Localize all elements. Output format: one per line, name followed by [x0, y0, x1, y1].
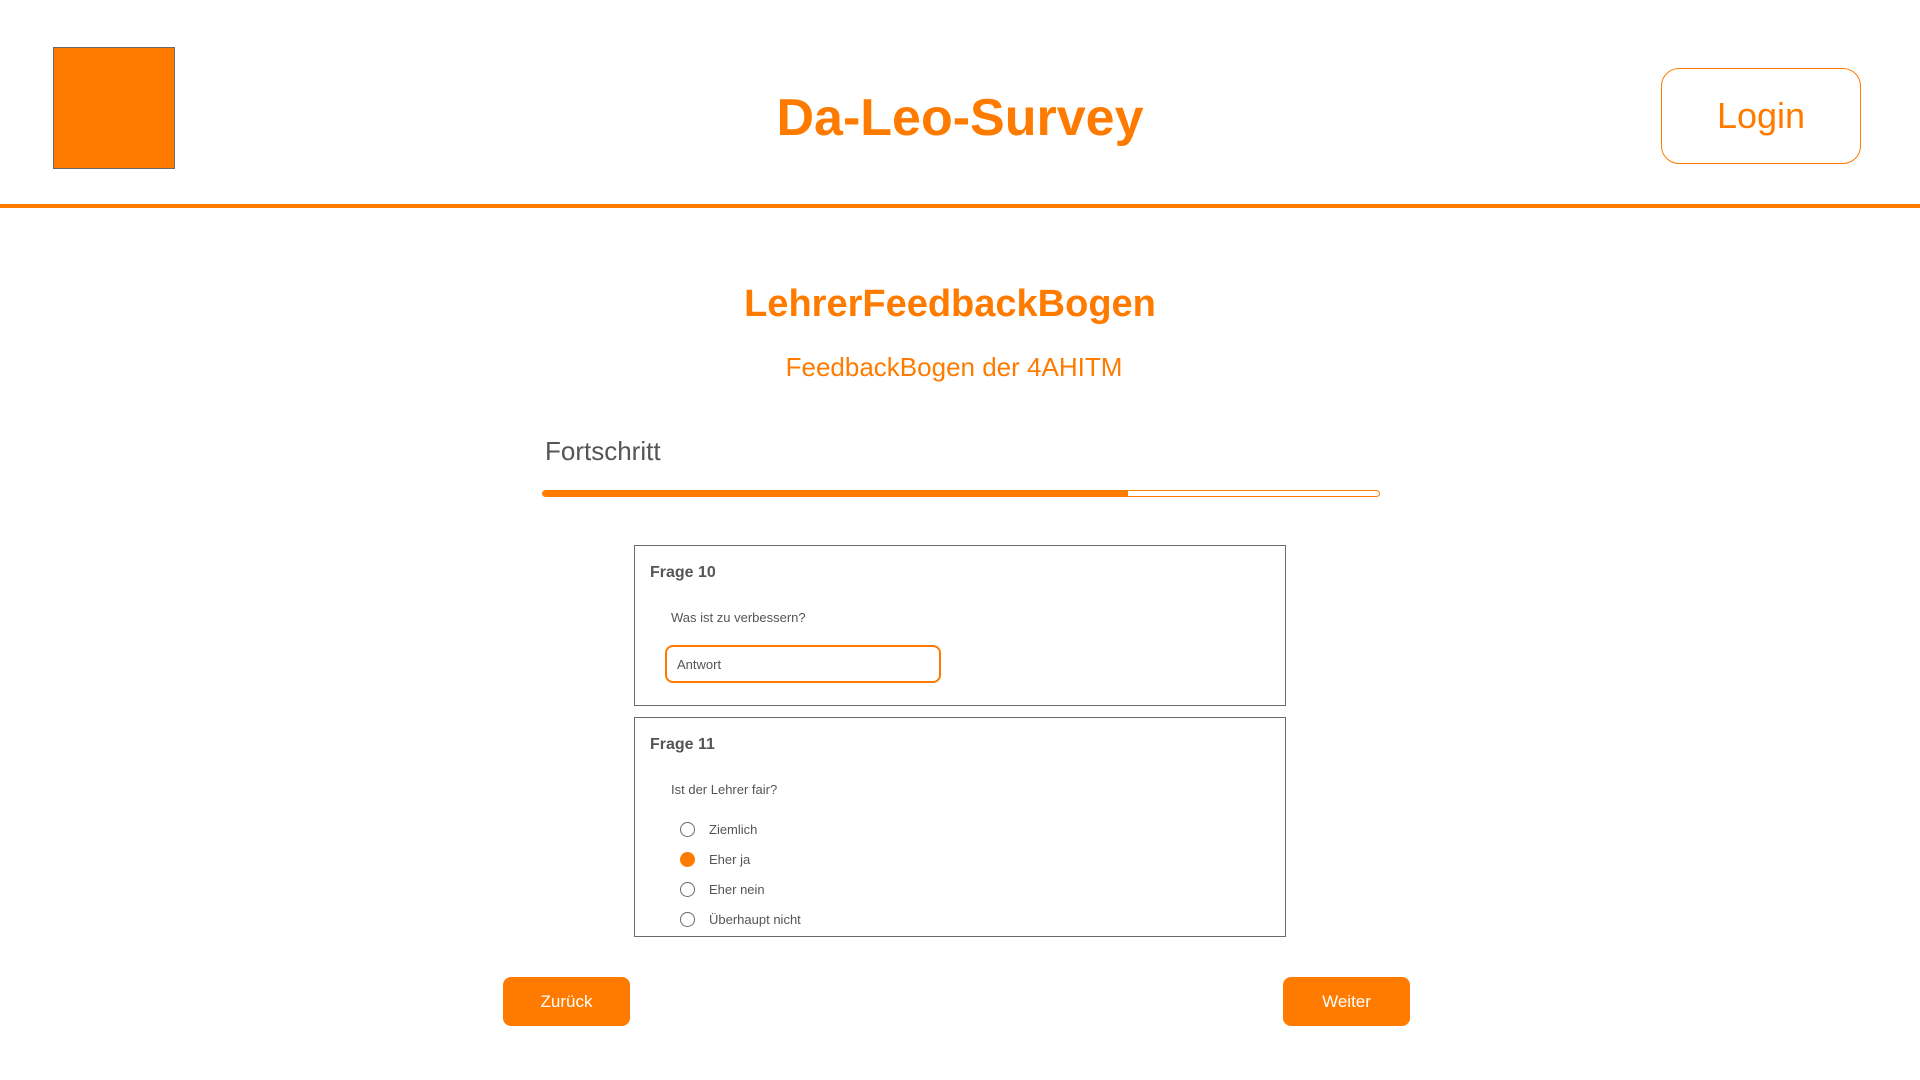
- question-card-10: Frage 10 Was ist zu verbessern?: [634, 545, 1286, 706]
- progress-bar-fill: [543, 491, 1129, 496]
- question-text: Was ist zu verbessern?: [671, 610, 806, 625]
- radio-option-ziemlich[interactable]: Ziemlich: [680, 814, 801, 844]
- progress-bar: [542, 490, 1380, 497]
- radio-button[interactable]: [680, 881, 695, 897]
- back-button[interactable]: Zurück: [503, 977, 630, 1026]
- radio-group: Ziemlich Eher ja Eher nein Überhaupt nic…: [680, 814, 801, 934]
- radio-label: Überhaupt nicht: [709, 911, 801, 927]
- radio-option-eher-nein[interactable]: Eher nein: [680, 874, 801, 904]
- question-card-11: Frage 11 Ist der Lehrer fair? Ziemlich E…: [634, 717, 1286, 937]
- next-button[interactable]: Weiter: [1283, 977, 1410, 1026]
- radio-option-ueberhaupt-nicht[interactable]: Überhaupt nicht: [680, 904, 801, 934]
- radio-label: Ziemlich: [709, 821, 758, 837]
- login-button[interactable]: Login: [1661, 68, 1861, 164]
- question-number: Frage 10: [650, 564, 716, 581]
- app-title: Da-Leo-Survey: [776, 89, 1144, 147]
- survey-title: LehrerFeedbackBogen: [744, 283, 1156, 325]
- radio-button[interactable]: [680, 911, 695, 927]
- question-number: Frage 11: [650, 736, 715, 753]
- survey-subtitle: FeedbackBogen der 4AHITM: [785, 352, 1123, 382]
- progress-label: Fortschritt: [545, 436, 661, 466]
- radio-option-eher-ja[interactable]: Eher ja: [680, 844, 801, 874]
- radio-label: Eher nein: [709, 881, 765, 897]
- radio-label: Eher ja: [709, 851, 751, 867]
- top-bar: Da-Leo-Survey Login: [0, 0, 1920, 208]
- answer-input[interactable]: [665, 645, 941, 683]
- radio-button[interactable]: [680, 851, 695, 867]
- radio-button[interactable]: [680, 821, 695, 837]
- question-text: Ist der Lehrer fair?: [671, 782, 778, 797]
